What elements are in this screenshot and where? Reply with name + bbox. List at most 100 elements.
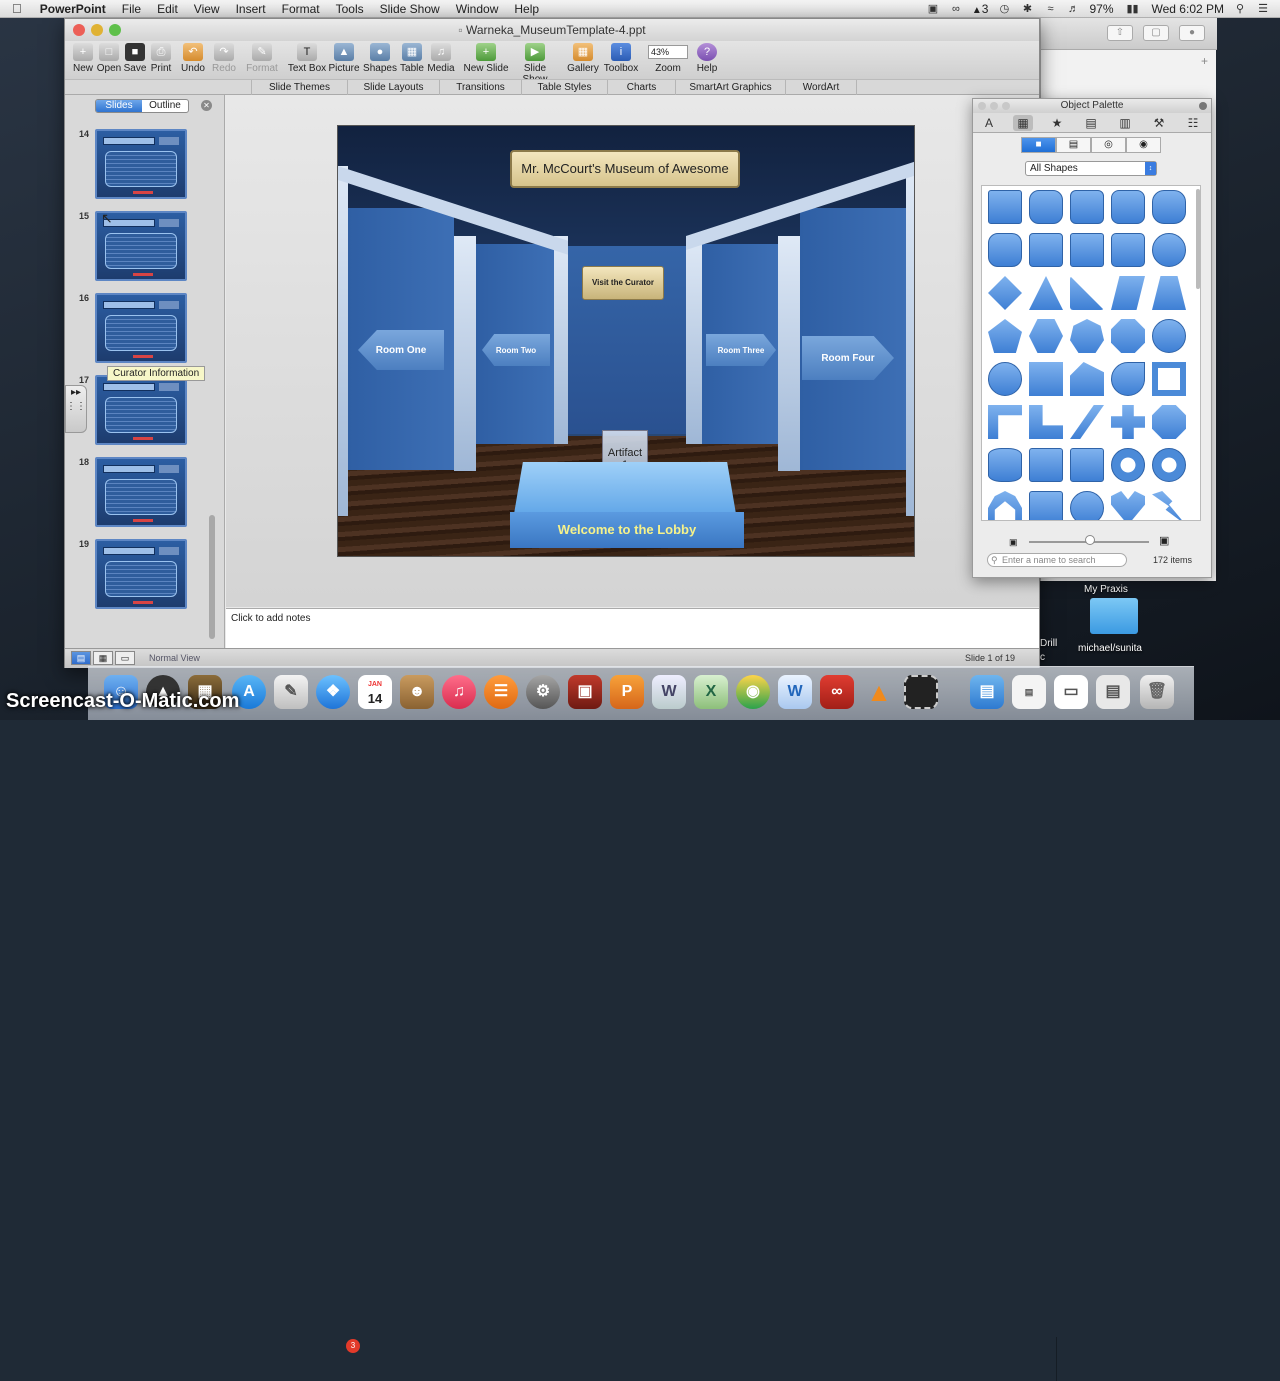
sidebar-drawer-handle[interactable]: ▸▸ ⋮⋮ (65, 385, 87, 433)
triangle-shape[interactable] (1029, 276, 1063, 310)
folder-icon[interactable] (1090, 598, 1138, 634)
plus-icon[interactable]: + (1201, 54, 1208, 68)
spotlight-search-icon[interactable]: ⚲ (1233, 3, 1247, 15)
zoom-field[interactable]: 43% (648, 45, 688, 59)
tab-outline[interactable]: Outline (142, 100, 188, 112)
fold-shape[interactable] (1029, 491, 1063, 520)
bevel-shape[interactable] (1070, 448, 1104, 482)
l-shape[interactable] (1029, 405, 1063, 439)
slide-thumbnail-18[interactable] (95, 457, 187, 527)
ribbon-tab-wordart[interactable]: WordArt (785, 80, 857, 95)
table-button[interactable]: ▦ Table (399, 43, 425, 74)
size-slider-thumb[interactable] (1085, 535, 1095, 545)
half-frame-shape[interactable] (988, 405, 1022, 439)
battery-percent[interactable]: 97% (1089, 2, 1113, 16)
close-sidebar-icon[interactable]: ✕ (201, 100, 212, 111)
photo-booth-icon[interactable]: ▣ (568, 675, 602, 709)
tags-icon[interactable]: ▢ (1143, 25, 1169, 41)
chrome-icon[interactable]: ◉ (736, 675, 770, 709)
bluetooth-icon[interactable]: ✱ (1020, 3, 1034, 15)
notes-pane[interactable]: Click to add notes (226, 608, 1039, 648)
ribbon-tab-table-styles[interactable]: Table Styles (521, 80, 607, 95)
picture-button[interactable]: ▲ Picture (328, 43, 360, 74)
octagon-shape[interactable] (1111, 319, 1145, 353)
ribbon-tab-slide-themes[interactable]: Slide Themes (251, 80, 347, 95)
reference-tab-icon[interactable]: ▥ (1115, 115, 1135, 131)
styles-tab-icon[interactable]: ★ (1047, 115, 1067, 131)
rect-alt-shape[interactable] (1111, 233, 1145, 267)
gallery-button[interactable]: ▦ Gallery (567, 43, 599, 74)
creative-cloud-icon[interactable]: ∞ (949, 3, 963, 15)
new-slide-button[interactable]: + New Slide (463, 43, 509, 74)
share-icon[interactable]: ⇧ (1107, 25, 1133, 41)
heptagon-shape[interactable] (1070, 319, 1104, 353)
downloads-stack-icon[interactable]: ▤ (1096, 675, 1130, 709)
minimize-window-icon[interactable] (91, 24, 103, 36)
undo-button[interactable]: ↶ Undo (179, 43, 207, 74)
object-tab-icon[interactable]: ▦ (1013, 115, 1033, 131)
arc-shape[interactable] (988, 491, 1022, 520)
time-machine-icon[interactable]: ◷ (997, 3, 1011, 15)
palette-collapse-icon[interactable] (1199, 102, 1207, 110)
ribbon-tab-slide-layouts[interactable]: Slide Layouts (347, 80, 439, 95)
palette-scrollbar[interactable] (1196, 189, 1200, 289)
parallelogram-shape[interactable] (1111, 276, 1145, 310)
volume-icon[interactable]: ♬ (1066, 3, 1080, 15)
clip-art-subtab-icon[interactable]: ▤ (1056, 137, 1091, 153)
text-box-button[interactable]: T Text Box (287, 43, 327, 74)
system-preferences-icon[interactable]: ⚙ (526, 675, 560, 709)
frame-shape[interactable] (1152, 362, 1186, 396)
close-window-icon[interactable] (73, 24, 85, 36)
cube-shape[interactable] (1029, 448, 1063, 482)
screenshot-stack-icon[interactable]: ▭ (1054, 675, 1088, 709)
menu-file[interactable]: File (114, 2, 149, 16)
word-icon[interactable]: W (652, 675, 686, 709)
pie-shape[interactable] (1029, 362, 1063, 396)
ribbon-tab-smartart[interactable]: SmartArt Graphics (675, 80, 785, 95)
media-button[interactable]: ♫ Media (427, 43, 455, 74)
snip-rect-shape[interactable] (1070, 190, 1104, 224)
slide-thumbnail-16[interactable] (95, 293, 187, 363)
text-tab-icon[interactable]: A (979, 115, 999, 131)
slide-editor[interactable]: Mr. McCourt's Museum of Awesome Visit th… (337, 125, 915, 557)
notification-center-icon[interactable]: ☰ (1256, 3, 1270, 15)
ribbon-tab-transitions[interactable]: Transitions (439, 80, 521, 95)
screen-recorder-icon[interactable]: ▣ (926, 3, 940, 15)
palette-search-input[interactable]: ⚲ Enter a name to search (987, 553, 1127, 567)
palette-zoom-dot[interactable] (1002, 102, 1010, 110)
rounded-rect-shape[interactable] (1029, 190, 1063, 224)
room-three-button[interactable]: Room Three (706, 334, 776, 366)
apple-icon[interactable]:  (0, 1, 32, 16)
circle-shape[interactable] (1152, 233, 1186, 267)
ribbon-tab-charts[interactable]: Charts (607, 80, 675, 95)
plaque-shape[interactable] (1152, 405, 1186, 439)
presenter-view-icon[interactable]: ▭ (115, 651, 135, 665)
normal-view-icon[interactable]: ▤ (71, 651, 91, 665)
diagonal-stripe-shape[interactable] (1070, 405, 1104, 439)
slide-thumbnail-17[interactable] (95, 375, 187, 445)
print-button[interactable]: ⎙ Print (149, 43, 173, 74)
trash-icon[interactable]: 🗑 (1140, 675, 1174, 709)
photos-subtab-icon[interactable]: ◉ (1126, 137, 1161, 153)
zoom-window-icon[interactable] (109, 24, 121, 36)
menu-slide-show[interactable]: Slide Show (372, 2, 448, 16)
slide-sorter-icon[interactable]: ▦ (93, 651, 113, 665)
documents-folder-icon[interactable]: ▤ (970, 675, 1004, 709)
adobe-notification-icon[interactable]: ▲3 (972, 2, 989, 16)
shapes-subtab-icon[interactable]: ■ (1021, 137, 1056, 153)
acrobat-icon[interactable]: ∞ (820, 675, 854, 709)
pentagon-shape[interactable] (988, 319, 1022, 353)
welcome-lobby-label[interactable]: Welcome to the Lobby (510, 512, 744, 548)
document-stack-icon[interactable]: ▤ (1012, 675, 1046, 709)
diamond-shape[interactable] (988, 276, 1022, 310)
new-button[interactable]: + New (71, 43, 95, 74)
square-shape[interactable] (988, 190, 1022, 224)
redo-button[interactable]: ↷ Redo (211, 43, 237, 74)
menu-window[interactable]: Window (448, 2, 507, 16)
clock[interactable]: Wed 6:02 PM (1152, 2, 1224, 16)
safari-icon[interactable]: ❖ (316, 675, 350, 709)
visit-curator-button[interactable]: Visit the Curator (582, 266, 664, 300)
snip-same-side-shape[interactable] (1029, 233, 1063, 267)
excel-icon[interactable]: X (694, 675, 728, 709)
rect-shape[interactable] (1070, 233, 1104, 267)
